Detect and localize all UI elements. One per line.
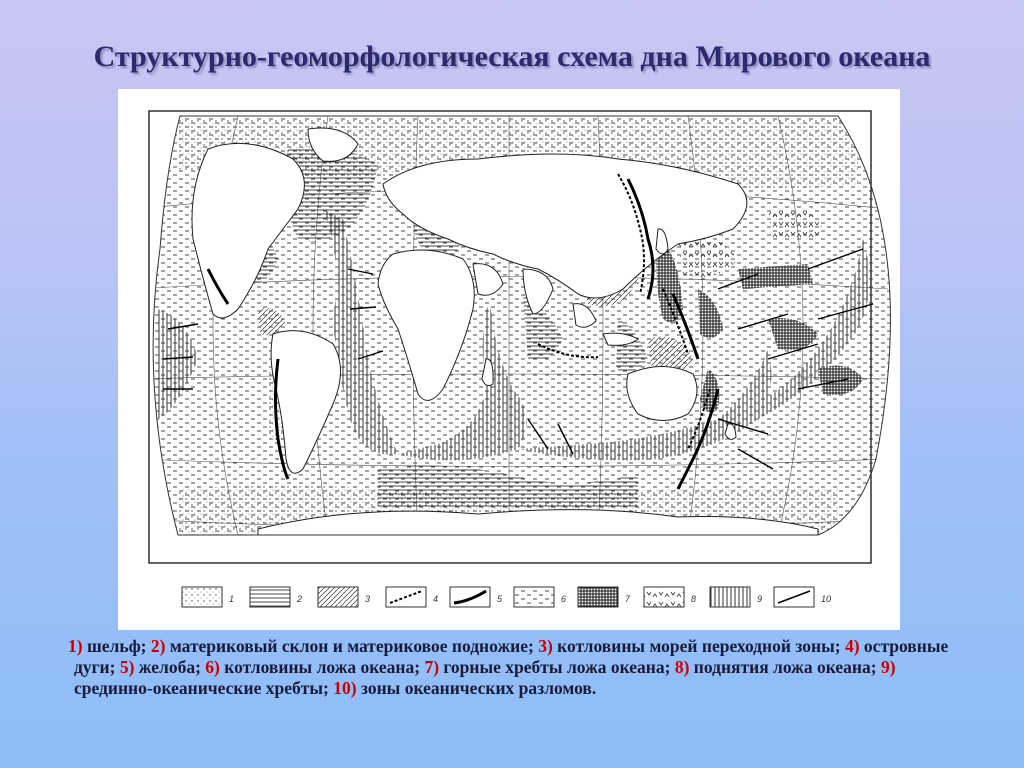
caption-text-2: материковый склон и материковое подножие…	[165, 636, 539, 656]
svg-text:3: 3	[365, 594, 370, 604]
svg-text:1: 1	[229, 594, 234, 604]
caption-num-8: 8)	[674, 657, 690, 677]
legend-item-9: 9	[709, 586, 762, 608]
svg-text:5: 5	[497, 594, 503, 604]
caption-text-5: желоба;	[134, 657, 206, 677]
caption-num-5: 5)	[119, 657, 135, 677]
legend-item-7: 7	[577, 586, 631, 608]
caption-num-2: 2)	[150, 636, 166, 656]
svg-text:9: 9	[757, 594, 762, 604]
caption-num-10: 10)	[333, 678, 357, 698]
slide-title: Структурно-геоморфологическая схема дна …	[93, 40, 931, 73]
caption-num-9: 9)	[880, 657, 896, 677]
caption-text-7: горные хребты ложа океана;	[439, 657, 675, 677]
caption-text-6: котловины ложа океана;	[219, 657, 425, 677]
caption-text-1: шельф;	[82, 636, 151, 656]
legend-item-10: 10	[773, 586, 831, 608]
legend-item-5: 5	[449, 586, 503, 608]
map-figure: 1 2 3 4 5 6 7 8 9 10	[118, 89, 900, 630]
caption-num-7: 7)	[424, 657, 440, 677]
legend-item-6: 6	[513, 586, 566, 608]
svg-text:10: 10	[821, 594, 831, 604]
caption-text-10: зоны океанических разломов.	[356, 678, 597, 698]
australia	[626, 366, 698, 421]
svg-text:6: 6	[561, 594, 566, 604]
caption-text-3: котловины морей переходной зоны;	[552, 636, 845, 656]
svg-text:4: 4	[433, 594, 438, 604]
caption-num-4: 4)	[844, 636, 860, 656]
caption-text-9: срединно-океанические хребты;	[74, 678, 334, 698]
legend-item-1: 1	[181, 586, 234, 608]
legend: 1 2 3 4 5 6 7 8 9 10	[181, 586, 831, 608]
legend-item-2: 2	[249, 586, 302, 608]
legend-item-8: 8	[643, 586, 696, 608]
caption-num-6: 6)	[205, 657, 220, 677]
caption-text-8: поднятия ложа океана;	[689, 657, 881, 677]
caption-num-1: 1)	[68, 636, 83, 656]
world-ocean-floor-map: 1 2 3 4 5 6 7 8 9 10	[148, 110, 891, 608]
legend-caption: 1) шельф; 2) материковый склон и материк…	[68, 636, 968, 699]
svg-text:2: 2	[296, 594, 302, 604]
legend-item-4: 4	[385, 586, 438, 608]
caption-num-3: 3)	[538, 636, 553, 656]
legend-item-3: 3	[317, 586, 370, 608]
svg-text:7: 7	[625, 594, 631, 604]
svg-text:8: 8	[691, 594, 696, 604]
